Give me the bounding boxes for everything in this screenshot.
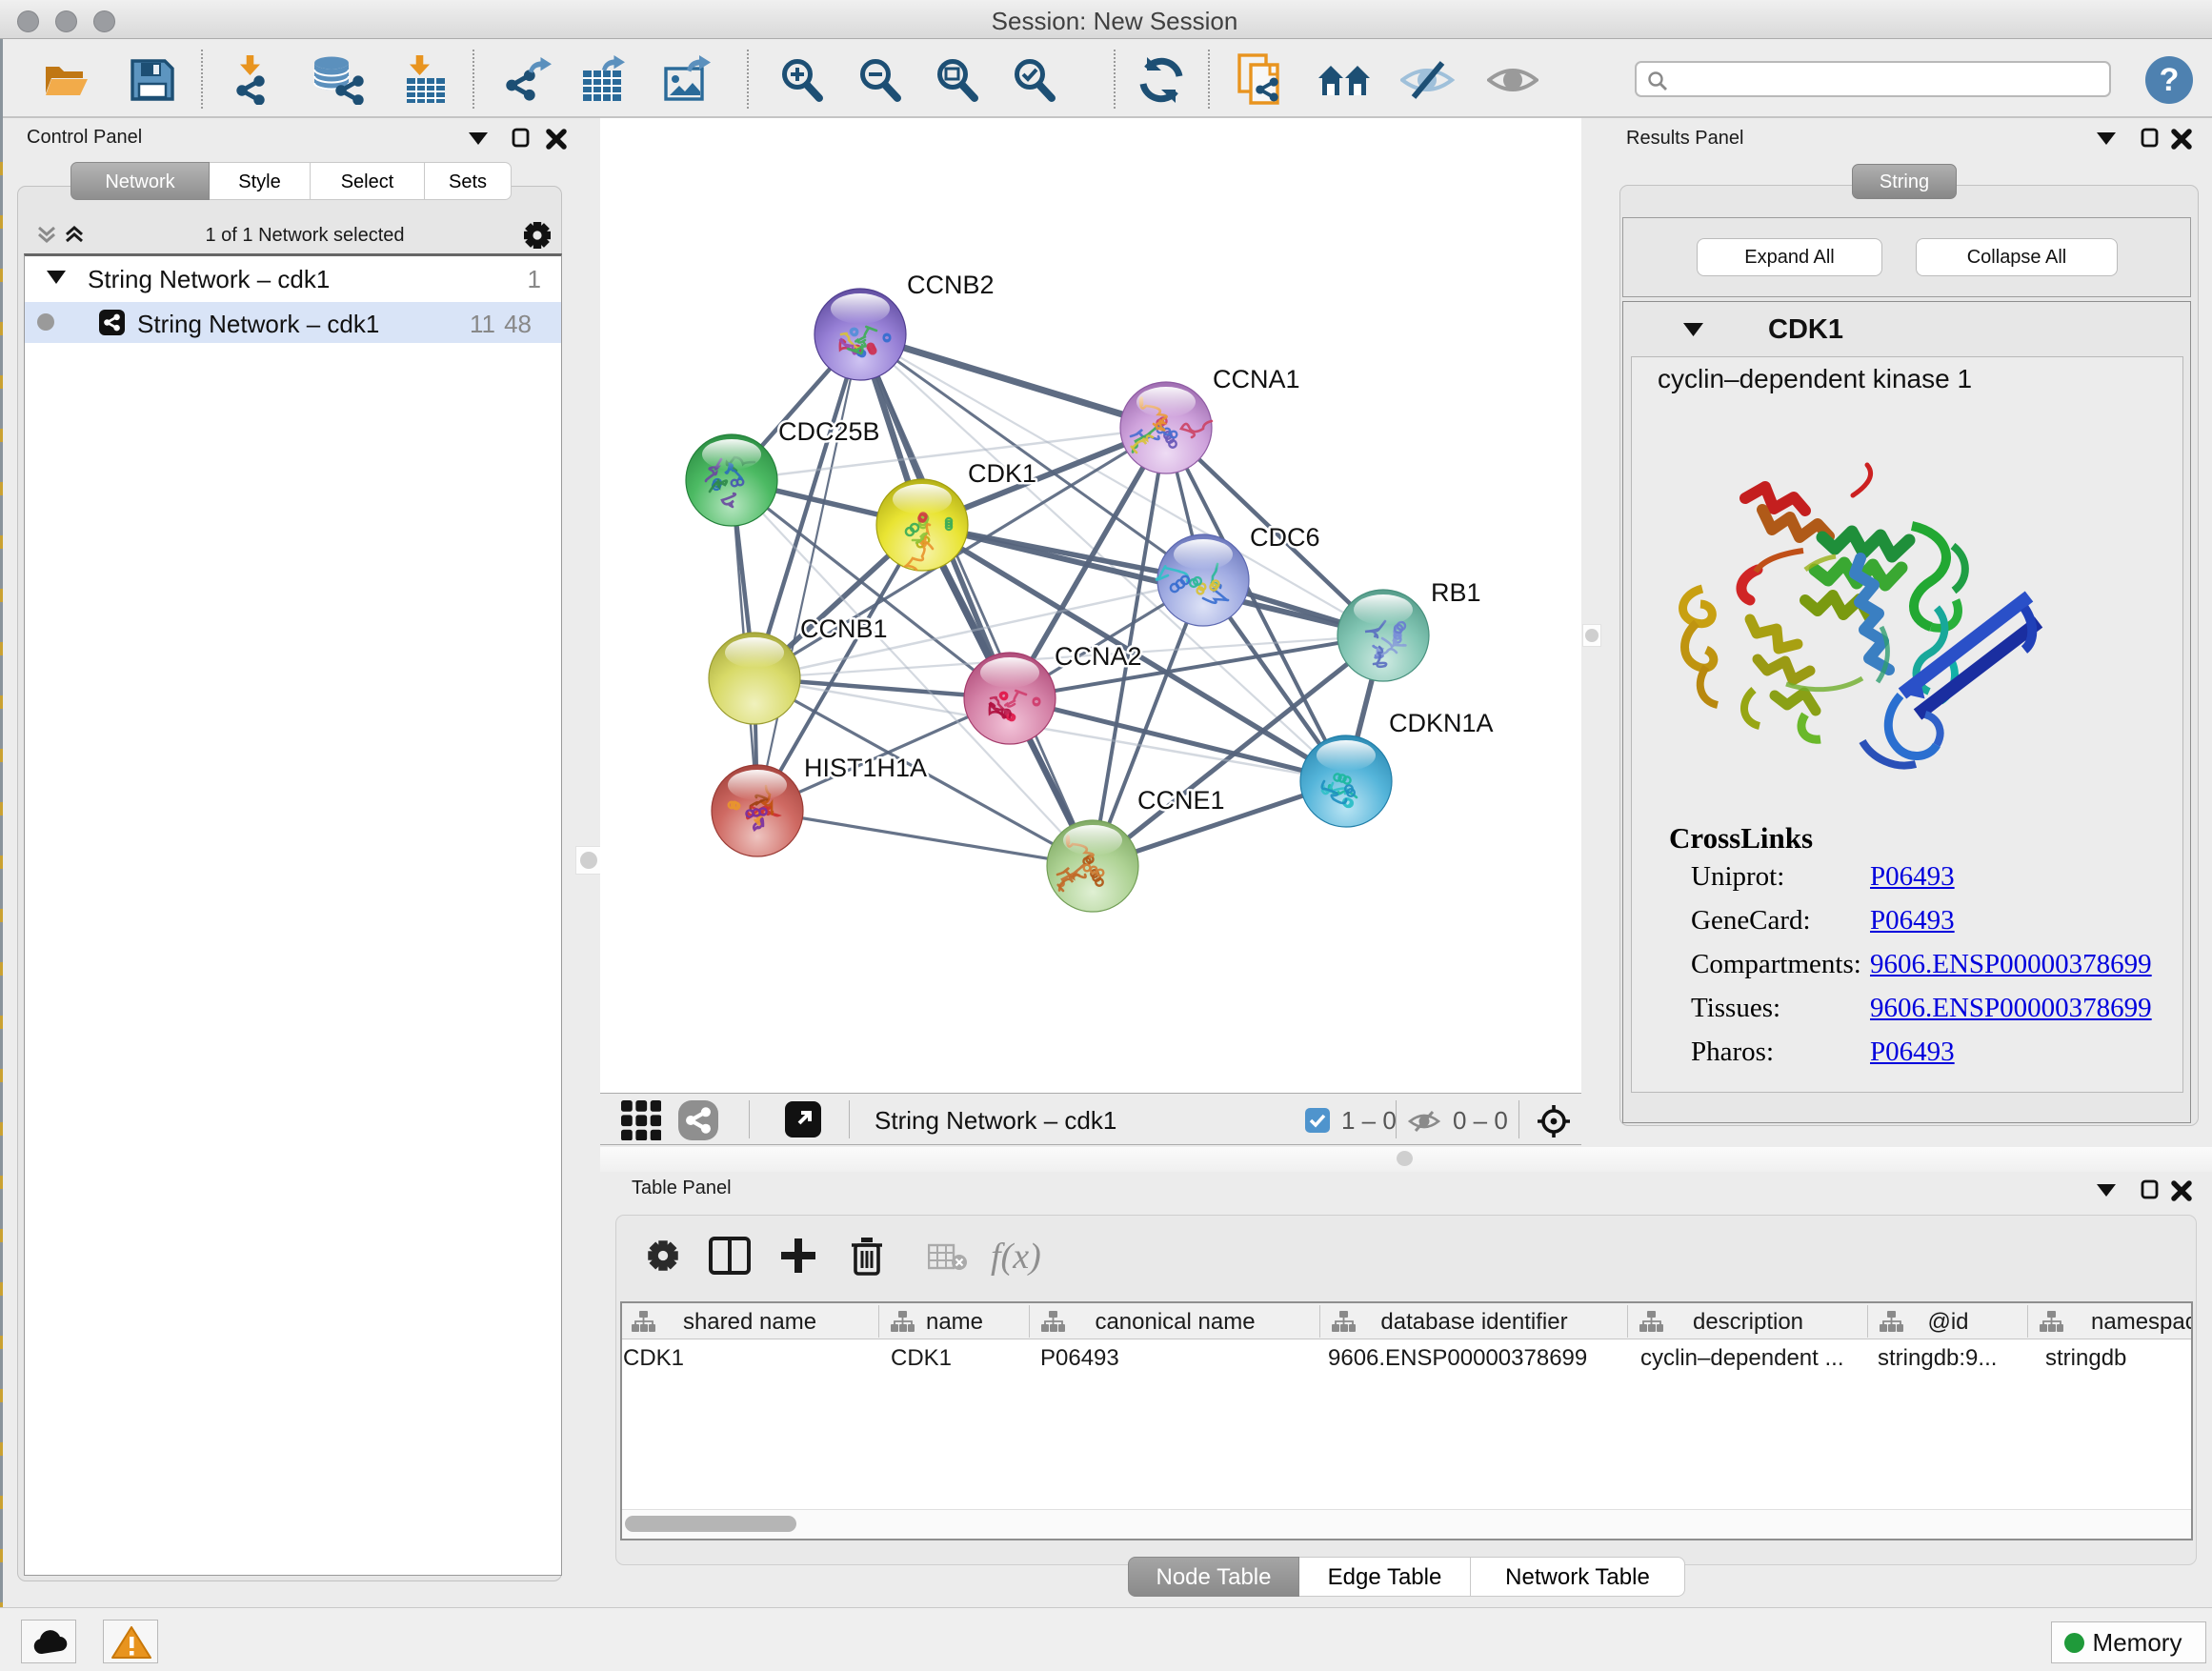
svg-text:CCNA2: CCNA2 xyxy=(1055,642,1142,671)
svg-text:CCNA1: CCNA1 xyxy=(1213,365,1300,393)
svg-text:HIST1H1A: HIST1H1A xyxy=(804,754,927,782)
svg-text:CCNB1: CCNB1 xyxy=(800,614,888,643)
svg-text:CDC25B: CDC25B xyxy=(778,417,880,446)
svg-text:CCNE1: CCNE1 xyxy=(1137,786,1225,815)
svg-text:RB1: RB1 xyxy=(1431,578,1481,607)
svg-text:CCNB2: CCNB2 xyxy=(907,271,995,299)
svg-text:CDC6: CDC6 xyxy=(1250,523,1320,552)
svg-text:CDKN1A: CDKN1A xyxy=(1389,709,1494,737)
svg-text:CDK1: CDK1 xyxy=(968,459,1036,488)
